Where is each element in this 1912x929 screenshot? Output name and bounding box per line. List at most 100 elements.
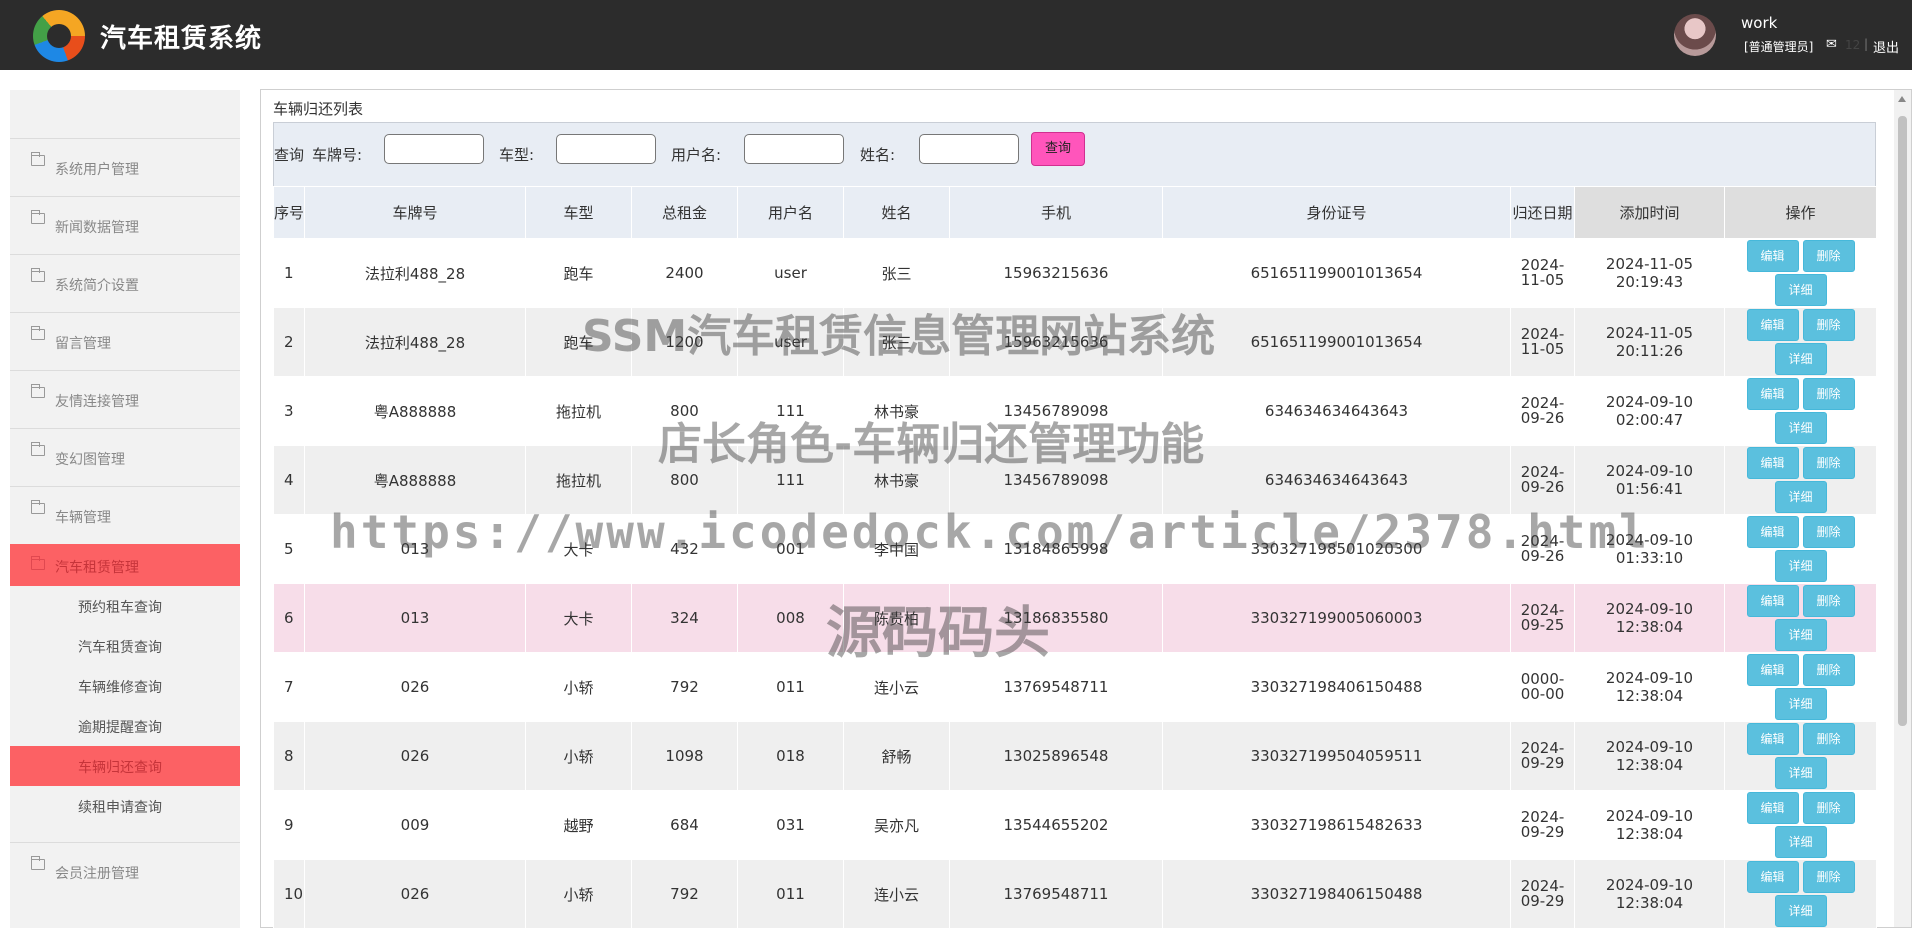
sidebar-subitem-return[interactable]: 车辆归还查询 (10, 746, 240, 786)
cell-actions: 编辑 删除 详细 (1724, 514, 1877, 584)
logout-link[interactable]: 退出 (1873, 37, 1899, 56)
delete-button[interactable]: 删除 (1802, 654, 1855, 686)
sidebar-subitem-label: 逾期提醒查询 (78, 720, 162, 736)
sidebar-item-label: 汽车租赁管理 (55, 560, 139, 576)
detail-button[interactable]: 详细 (1774, 343, 1827, 375)
detail-button[interactable]: 详细 (1774, 412, 1827, 444)
sidebar-item-messages[interactable]: 留言管理 (10, 312, 240, 370)
detail-button[interactable]: 详细 (1774, 757, 1827, 789)
table-row: 8 026 小轿 1098 018 舒畅 13025896548 33032719950405… (273, 721, 1877, 791)
sidebar-subitem-reservation[interactable]: 预约租车查询 (10, 586, 240, 626)
edit-button[interactable]: 编辑 (1746, 516, 1799, 548)
edit-button[interactable]: 编辑 (1746, 309, 1799, 341)
vertical-scrollbar[interactable] (1894, 90, 1911, 927)
model-input[interactable] (556, 134, 656, 164)
delete-button[interactable]: 删除 (1802, 516, 1855, 548)
edit-button[interactable]: 编辑 (1746, 240, 1799, 272)
cell-index: 1 (273, 238, 305, 308)
mail-icon[interactable]: ✉ (1826, 37, 1837, 52)
detail-button[interactable]: 详细 (1774, 895, 1827, 927)
cell-added-time: 2024-09-10 12:38:04 (1574, 583, 1725, 653)
cell-index: 3 (273, 376, 305, 446)
detail-button[interactable]: 详细 (1774, 481, 1827, 513)
table-row: 9 009 越野 684 031 吴亦凡 13544655202 33032719861548… (273, 790, 1877, 860)
cell-username: 011 (737, 859, 844, 929)
sidebar-subitem-repair[interactable]: 车辆维修查询 (10, 666, 240, 706)
cell-phone: 13769548711 (949, 859, 1163, 929)
col-header-index: 序号 (273, 186, 305, 239)
cell-total-rent: 324 (631, 583, 738, 653)
folder-icon (31, 856, 45, 870)
delete-button[interactable]: 删除 (1802, 240, 1855, 272)
sidebar-item-news[interactable]: 新闻数据管理 (10, 196, 240, 254)
sidebar-item-rental[interactable]: 汽车租赁管理 (10, 544, 240, 586)
sidebar-item-slides[interactable]: 变幻图管理 (10, 428, 240, 486)
detail-button[interactable]: 详细 (1774, 619, 1827, 651)
sidebar-item-system-users[interactable]: 系统用户管理 (10, 138, 240, 196)
sidebar-item-members[interactable]: 会员注册管理 (10, 842, 240, 900)
cell-actions: 编辑 删除 详细 (1724, 790, 1877, 860)
cell-added-time: 2024-09-10 12:38:04 (1574, 859, 1725, 929)
sidebar-item-label: 车辆管理 (55, 510, 111, 526)
sidebar-item-label: 留言管理 (55, 336, 111, 352)
edit-button[interactable]: 编辑 (1746, 585, 1799, 617)
col-header-name: 姓名 (843, 186, 950, 239)
cell-model: 小轿 (525, 859, 632, 929)
name-label: 姓名: (860, 146, 896, 164)
sidebar-item-label: 会员注册管理 (55, 866, 139, 882)
detail-button[interactable]: 详细 (1774, 688, 1827, 720)
delete-button[interactable]: 删除 (1802, 378, 1855, 410)
table-header-row: 序号 车牌号 车型 总租金 用户名 姓名 手机 身份证号 归还日期 添加时间 操… (273, 186, 1877, 239)
cell-plate: 法拉利488_28 (304, 307, 526, 377)
search-bar: 查询 车牌号: 车型: 用户名: 姓名: 查询 (273, 122, 1876, 187)
edit-button[interactable]: 编辑 (1746, 723, 1799, 755)
delete-button[interactable]: 删除 (1802, 309, 1855, 341)
sidebar-item-label: 系统简介设置 (55, 278, 139, 294)
delete-button[interactable]: 删除 (1802, 447, 1855, 479)
edit-button[interactable]: 编辑 (1746, 654, 1799, 686)
scroll-up-icon[interactable] (1898, 96, 1906, 102)
delete-button[interactable]: 删除 (1802, 792, 1855, 824)
cell-plate: 026 (304, 652, 526, 722)
cell-model: 小轿 (525, 721, 632, 791)
search-prefix: 查询 (274, 146, 305, 164)
name-input[interactable] (919, 134, 1019, 164)
cell-plate: 009 (304, 790, 526, 860)
sidebar-item-vehicles[interactable]: 车辆管理 (10, 486, 240, 544)
delete-button[interactable]: 删除 (1802, 723, 1855, 755)
detail-button[interactable]: 详细 (1774, 274, 1827, 306)
detail-button[interactable]: 详细 (1774, 550, 1827, 582)
sidebar-item-intro[interactable]: 系统简介设置 (10, 254, 240, 312)
username-label: 用户名: (671, 146, 722, 164)
cell-username: user (737, 238, 844, 308)
cell-added-time: 2024-11-05 20:19:43 (1574, 238, 1725, 308)
mail-count[interactable]: 12 (1845, 38, 1860, 52)
plate-input[interactable] (384, 134, 484, 164)
logo-icon (33, 10, 85, 62)
sidebar-subitem-overdue[interactable]: 逾期提醒查询 (10, 706, 240, 746)
delete-button[interactable]: 删除 (1802, 585, 1855, 617)
edit-button[interactable]: 编辑 (1746, 792, 1799, 824)
cell-index: 5 (273, 514, 305, 584)
sidebar-subitem-rental-query[interactable]: 汽车租赁查询 (10, 626, 240, 666)
cell-id-number: 651651199001013654 (1162, 238, 1511, 308)
delete-button[interactable]: 删除 (1802, 861, 1855, 893)
edit-button[interactable]: 编辑 (1746, 378, 1799, 410)
cell-index: 2 (273, 307, 305, 377)
cell-plate: 法拉利488_28 (304, 238, 526, 308)
table-row: 7 026 小轿 792 011 连小云 13769548711 33032719840615… (273, 652, 1877, 722)
username-input[interactable] (744, 134, 844, 164)
edit-button[interactable]: 编辑 (1746, 861, 1799, 893)
sidebar-item-links[interactable]: 友情连接管理 (10, 370, 240, 428)
edit-button[interactable]: 编辑 (1746, 447, 1799, 479)
col-header-return-date: 归还日期 (1510, 186, 1575, 239)
folder-icon (31, 556, 45, 570)
query-button[interactable]: 查询 (1031, 132, 1085, 166)
cell-actions: 编辑 删除 详细 (1724, 238, 1877, 308)
cell-total-rent: 792 (631, 859, 738, 929)
avatar[interactable] (1674, 14, 1716, 56)
detail-button[interactable]: 详细 (1774, 826, 1827, 858)
sidebar-subitem-renewal[interactable]: 续租申请查询 (10, 786, 240, 826)
scroll-thumb[interactable] (1898, 116, 1907, 726)
cell-name: 吴亦凡 (843, 790, 950, 860)
